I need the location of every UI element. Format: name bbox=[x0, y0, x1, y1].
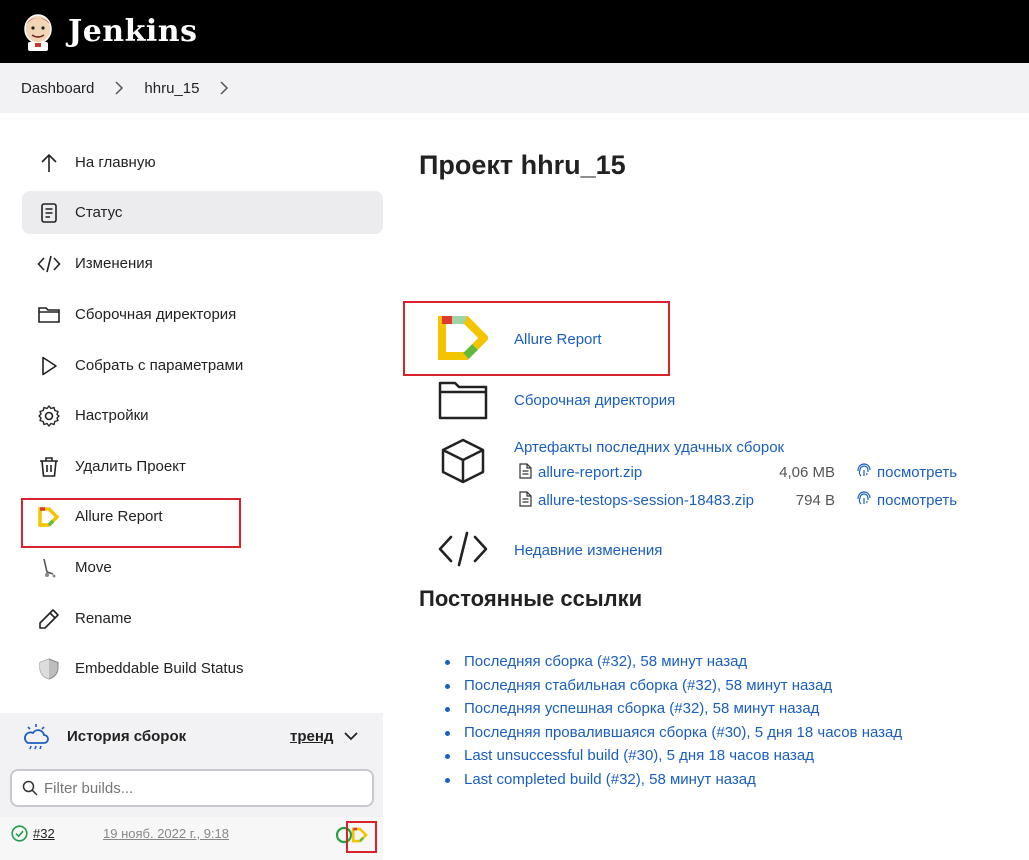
sidebar-item-workspace[interactable]: Сборочная директория bbox=[22, 293, 383, 336]
build-number-link[interactable]: #32 bbox=[33, 826, 55, 841]
highlight-box bbox=[346, 821, 377, 853]
chevron-right-icon bbox=[114, 81, 124, 95]
permalink[interactable]: Последняя сборка (#32), 58 минут назад bbox=[464, 653, 747, 670]
success-check-icon bbox=[11, 825, 28, 842]
sidebar-item-label: Настройки bbox=[75, 407, 149, 424]
artifacts-title[interactable]: Артефакты последних удачных сборок bbox=[514, 439, 784, 456]
jenkins-logo-icon[interactable] bbox=[20, 12, 56, 52]
sidebar-item-status[interactable]: Статус bbox=[22, 191, 383, 234]
play-icon bbox=[36, 353, 62, 379]
breadcrumb-dashboard[interactable]: Dashboard bbox=[21, 80, 94, 97]
sidebar-item-move[interactable]: Move bbox=[22, 546, 383, 589]
main-content: Проект hhru_15 Allure Report Сборочная д… bbox=[395, 113, 1029, 860]
trend-link[interactable]: тренд bbox=[290, 728, 333, 745]
build-history-header: История сборок тренд bbox=[0, 713, 383, 759]
highlight-box bbox=[403, 301, 670, 376]
move-icon bbox=[36, 555, 62, 581]
list-item: Последняя успешная сборка (#32), 58 мину… bbox=[441, 697, 902, 721]
sidebar-item-label: Embeddable Build Status bbox=[75, 660, 244, 677]
list-item: Последняя стабильная сборка (#32), 58 ми… bbox=[441, 674, 902, 698]
artifact-link[interactable]: allure-report.zip bbox=[538, 464, 642, 481]
sidebar-item-label: На главную bbox=[75, 154, 156, 171]
cloud-weather-icon bbox=[22, 722, 50, 750]
workspace-link[interactable]: Сборочная директория bbox=[514, 392, 675, 409]
sidebar-item-label: Move bbox=[75, 559, 112, 576]
document-icon bbox=[36, 200, 62, 226]
list-item: Последняя провалившаяся сборка (#30), 5 … bbox=[441, 721, 902, 745]
breadcrumb: Dashboard hhru_15 bbox=[0, 63, 1029, 113]
permalink[interactable]: Last completed build (#32), 58 минут наз… bbox=[464, 771, 756, 788]
sidebar-item-settings[interactable]: Настройки bbox=[22, 394, 383, 437]
sidebar-item-label: Сборочная директория bbox=[75, 306, 237, 323]
sidebar-item-label: Rename bbox=[75, 610, 132, 627]
sidebar-item-build-with-params[interactable]: Собрать с параметрами bbox=[22, 344, 383, 387]
build-history-panel: #32 19 нояб. 2022 г., 9:18 bbox=[0, 759, 383, 860]
sidebar-item-home[interactable]: На главную bbox=[22, 141, 383, 184]
jenkins-brand[interactable]: Jenkins bbox=[68, 14, 197, 49]
trash-icon bbox=[36, 454, 62, 480]
build-date-link[interactable]: 19 нояб. 2022 г., 9:18 bbox=[103, 826, 229, 841]
top-header: Jenkins bbox=[0, 0, 1029, 63]
list-item: Последняя сборка (#32), 58 минут назад bbox=[441, 650, 902, 674]
fingerprint-icon bbox=[857, 491, 871, 505]
folder-icon[interactable] bbox=[436, 378, 490, 422]
permalinks-title: Постоянные ссылки bbox=[419, 586, 643, 611]
code-icon[interactable] bbox=[436, 527, 490, 571]
permalink[interactable]: Last unsuccessful build (#30), 5 дня 18 … bbox=[464, 747, 814, 764]
sidebar-item-delete-project[interactable]: Удалить Проект bbox=[22, 445, 383, 488]
file-icon bbox=[519, 463, 532, 479]
sidebar: На главную Статус Изменения Сборочная ди… bbox=[0, 113, 395, 860]
artifact-size: 4,06 MB bbox=[779, 464, 835, 481]
sidebar-item-label: Удалить Проект bbox=[75, 458, 186, 475]
sidebar-item-rename[interactable]: Rename bbox=[22, 597, 383, 640]
pencil-icon bbox=[36, 606, 62, 632]
page-title: Проект hhru_15 bbox=[419, 150, 626, 180]
filter-builds-field[interactable] bbox=[10, 769, 374, 807]
chevron-right-icon[interactable] bbox=[219, 81, 229, 95]
list-item: Last unsuccessful build (#30), 5 дня 18 … bbox=[441, 744, 902, 768]
sidebar-item-label: Статус bbox=[75, 204, 123, 221]
sidebar-item-label: Собрать с параметрами bbox=[75, 357, 244, 374]
sidebar-item-changes[interactable]: Изменения bbox=[22, 242, 383, 285]
list-item: Last completed build (#32), 58 минут наз… bbox=[441, 768, 902, 792]
permalink[interactable]: Последняя провалившаяся сборка (#30), 5 … bbox=[464, 724, 902, 741]
fingerprint-icon bbox=[857, 463, 871, 477]
chevron-down-icon[interactable] bbox=[342, 727, 360, 745]
sidebar-item-embeddable-status[interactable]: Embeddable Build Status bbox=[22, 647, 383, 690]
code-icon bbox=[36, 251, 62, 277]
view-fingerprint-link[interactable]: посмотреть bbox=[877, 464, 957, 481]
build-history-title: История сборок bbox=[67, 727, 187, 745]
gear-icon bbox=[36, 403, 62, 429]
permalink[interactable]: Последняя стабильная сборка (#32), 58 ми… bbox=[464, 677, 832, 694]
search-icon bbox=[22, 780, 38, 796]
artifact-size: 794 B bbox=[795, 492, 835, 509]
permalinks-list: Последняя сборка (#32), 58 минут назад П… bbox=[441, 650, 902, 791]
sidebar-item-label: Изменения bbox=[75, 255, 153, 272]
view-fingerprint-link[interactable]: посмотреть bbox=[877, 492, 957, 509]
filter-builds-input[interactable] bbox=[44, 779, 364, 797]
folder-icon bbox=[36, 302, 62, 328]
shield-icon bbox=[36, 656, 62, 682]
highlight-box bbox=[21, 498, 241, 548]
build-row[interactable]: #32 19 нояб. 2022 г., 9:18 bbox=[0, 817, 383, 860]
file-icon bbox=[519, 491, 532, 507]
recent-changes-link[interactable]: Недавние изменения bbox=[514, 542, 662, 559]
package-icon bbox=[436, 438, 490, 484]
artifact-link[interactable]: allure-testops-session-18483.zip bbox=[538, 492, 754, 509]
permalink[interactable]: Последняя успешная сборка (#32), 58 мину… bbox=[464, 700, 819, 717]
arrow-up-icon bbox=[36, 150, 62, 176]
breadcrumb-project[interactable]: hhru_15 bbox=[144, 80, 199, 97]
